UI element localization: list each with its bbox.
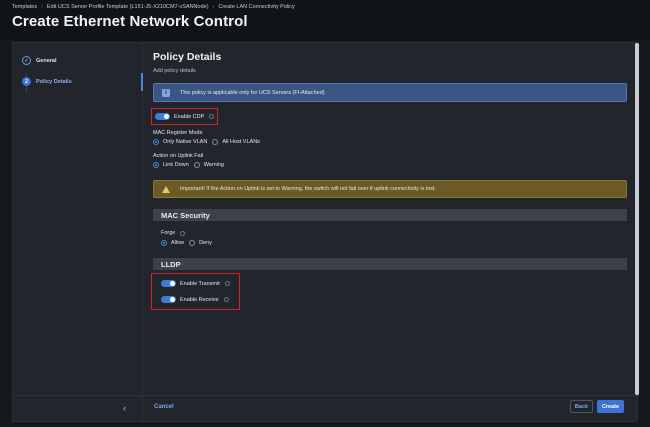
create-button[interactable]: Create	[597, 400, 624, 413]
active-step-indicator	[141, 73, 143, 91]
policy-details-content: Policy Details Add policy details i This…	[151, 43, 629, 423]
check-icon: ✓	[22, 56, 31, 65]
info-banner: i This policy is applicable only for UCS…	[153, 83, 627, 102]
help-icon[interactable]	[209, 114, 215, 119]
mac-security-header: MAC Security	[153, 209, 627, 221]
warning-banner-text: Important! If the Action on Uplink is se…	[180, 186, 436, 192]
page-title: Create Ethernet Network Control	[12, 13, 248, 30]
action-on-uplink-fail-label: Action on Uplink Fail	[153, 153, 204, 159]
section-title: Policy Details	[153, 51, 222, 63]
chevron-left-icon[interactable]: ‹	[123, 403, 126, 413]
radio-unselected-icon	[212, 139, 219, 145]
warning-icon	[162, 185, 170, 193]
info-banner-text: This policy is applicable only for UCS S…	[180, 89, 325, 96]
breadcrumb-templates[interactable]: Templates	[12, 4, 37, 10]
radio-unselected-icon	[193, 162, 200, 168]
enable-transmit-toggle[interactable]	[161, 280, 176, 287]
radio-allow[interactable]: Allow	[161, 240, 184, 246]
radio-allow-label: Allow	[171, 240, 185, 246]
info-icon: i	[162, 88, 170, 97]
step-number-badge: 2	[22, 77, 31, 86]
radio-all-host-vlans[interactable]: All Host VLANs	[212, 139, 260, 145]
lldp-header: LLDP	[153, 258, 627, 270]
lldp-highlight-box	[151, 273, 240, 310]
scrollbar-thumb[interactable]	[635, 43, 639, 395]
enable-transmit-label: Enable Transmit	[180, 280, 220, 287]
mac-register-mode-radios: Only Native VLAN All Host VLANs	[153, 139, 265, 145]
radio-deny-label: Deny	[199, 240, 212, 246]
enable-cdp-label: Enable CDP	[174, 113, 205, 120]
radio-only-native-vlan-label: Only Native VLAN	[163, 139, 208, 145]
radio-only-native-vlan[interactable]: Only Native VLAN	[153, 139, 207, 145]
footer-divider	[13, 395, 639, 396]
warning-banner: Important! If the Action on Uplink is se…	[153, 180, 627, 198]
breadcrumb: Templates › Edit UCS Server Profile Temp…	[12, 4, 295, 10]
step-policy-details[interactable]: 2 Policy Details	[22, 77, 72, 86]
forge-label: Forge	[161, 230, 176, 236]
enable-cdp-toggle[interactable]	[155, 113, 170, 120]
action-on-uplink-fail-radios: Link Down Warning	[153, 162, 229, 168]
enable-receive-row: Enable Receive	[161, 296, 229, 303]
radio-link-down-label: Link Down	[163, 162, 189, 168]
breadcrumb-create-lan-policy[interactable]: Create LAN Connectivity Policy	[218, 4, 294, 10]
enable-transmit-row: Enable Transmit	[161, 280, 230, 287]
breadcrumb-separator-icon: ›	[41, 4, 43, 10]
back-button[interactable]: Back	[570, 400, 593, 413]
cancel-button[interactable]: Cancel	[154, 404, 174, 410]
top-header: Templates › Edit UCS Server Profile Temp…	[0, 0, 650, 40]
radio-deny[interactable]: Deny	[189, 240, 212, 246]
enable-receive-label: Enable Receive	[180, 296, 219, 303]
enable-receive-toggle[interactable]	[161, 296, 176, 303]
wizard-steps-nav: ✓ General 2 Policy Details ‹	[13, 43, 143, 423]
help-icon[interactable]	[224, 281, 230, 286]
step-general[interactable]: ✓ General	[22, 56, 56, 65]
section-subtitle: Add policy details	[153, 68, 196, 74]
mac-register-mode-label: MAC Register Mode	[153, 130, 203, 136]
wizard-panel: ✓ General 2 Policy Details ‹ Policy Deta…	[12, 42, 639, 423]
radio-link-down[interactable]: Link Down	[153, 162, 189, 168]
help-icon[interactable]	[180, 230, 186, 236]
radio-all-host-vlans-label: All Host VLANs	[222, 139, 260, 145]
forge-label-row: Forge	[161, 230, 186, 236]
forge-radios: Allow Deny	[161, 240, 217, 246]
radio-warning-label: Warning	[203, 162, 224, 168]
radio-selected-icon	[153, 139, 159, 145]
help-icon[interactable]	[223, 297, 229, 302]
content-scrollbar[interactable]	[635, 43, 639, 395]
step-policy-details-label: Policy Details	[36, 78, 72, 85]
breadcrumb-separator-icon: ›	[212, 4, 215, 10]
radio-unselected-icon	[189, 240, 196, 246]
radio-selected-icon	[161, 240, 167, 246]
step-general-label: General	[36, 57, 57, 64]
radio-selected-icon	[153, 162, 159, 168]
breadcrumb-edit-template[interactable]: Edit UCS Server Profile Template (L151-J…	[47, 4, 209, 10]
radio-warning[interactable]: Warning	[193, 162, 224, 168]
enable-cdp-row: Enable CDP	[155, 113, 215, 120]
